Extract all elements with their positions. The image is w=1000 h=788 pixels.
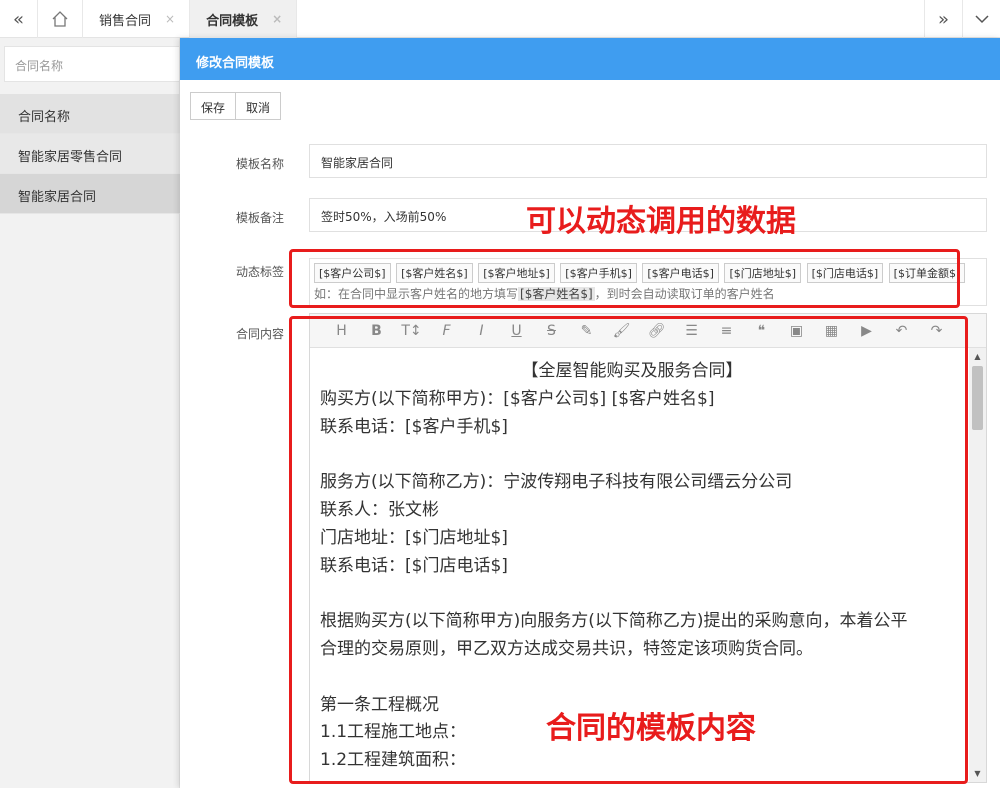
- chevron-down-icon[interactable]: [962, 0, 1000, 38]
- tab-label: 销售合同: [99, 13, 152, 29]
- scroll-tabs-left-icon[interactable]: «: [0, 0, 38, 38]
- save-button[interactable]: 保存: [190, 92, 237, 120]
- annotation-dynamic-data: 可以动态调用的数据: [526, 204, 796, 239]
- tab-contract-template[interactable]: 合同模板 ×: [190, 0, 298, 38]
- editor-scrollbar[interactable]: ▲ ▼: [969, 348, 986, 782]
- search-input[interactable]: 合同名称: [4, 46, 180, 82]
- template-name-field[interactable]: 智能家居合同: [309, 144, 987, 178]
- template-remark-label: 模板备注: [236, 211, 285, 225]
- annotation-template-content: 合同的模板内容: [546, 711, 756, 746]
- list-item[interactable]: 智能家居合同: [0, 174, 180, 214]
- list-item[interactable]: 智能家居零售合同: [0, 134, 180, 174]
- scroll-tabs-right-icon[interactable]: »: [924, 0, 962, 38]
- cancel-button[interactable]: 取消: [236, 92, 282, 120]
- tab-label: 合同模板: [206, 13, 259, 29]
- scroll-down-icon[interactable]: ▼: [969, 765, 986, 782]
- template-list-pane: 合同名称 合同名称 智能家居零售合同 智能家居合同: [0, 38, 180, 788]
- scrollbar-thumb[interactable]: [972, 366, 983, 430]
- home-icon[interactable]: [38, 0, 83, 38]
- dialog-title: 修改合同模板: [180, 38, 1000, 80]
- scroll-up-icon[interactable]: ▲: [969, 348, 986, 365]
- annotation-box-dynamic: [289, 249, 960, 308]
- dynamic-tags-label: 动态标签: [236, 265, 285, 279]
- close-icon[interactable]: ×: [165, 12, 175, 26]
- tab-sales-contract[interactable]: 销售合同 ×: [83, 0, 191, 38]
- close-icon[interactable]: ×: [272, 12, 282, 26]
- template-name-label: 模板名称: [236, 157, 285, 171]
- top-tab-bar: « 销售合同 × 合同模板 × »: [0, 0, 1000, 38]
- list-header: 合同名称: [0, 94, 180, 134]
- content-label: 合同内容: [236, 327, 285, 341]
